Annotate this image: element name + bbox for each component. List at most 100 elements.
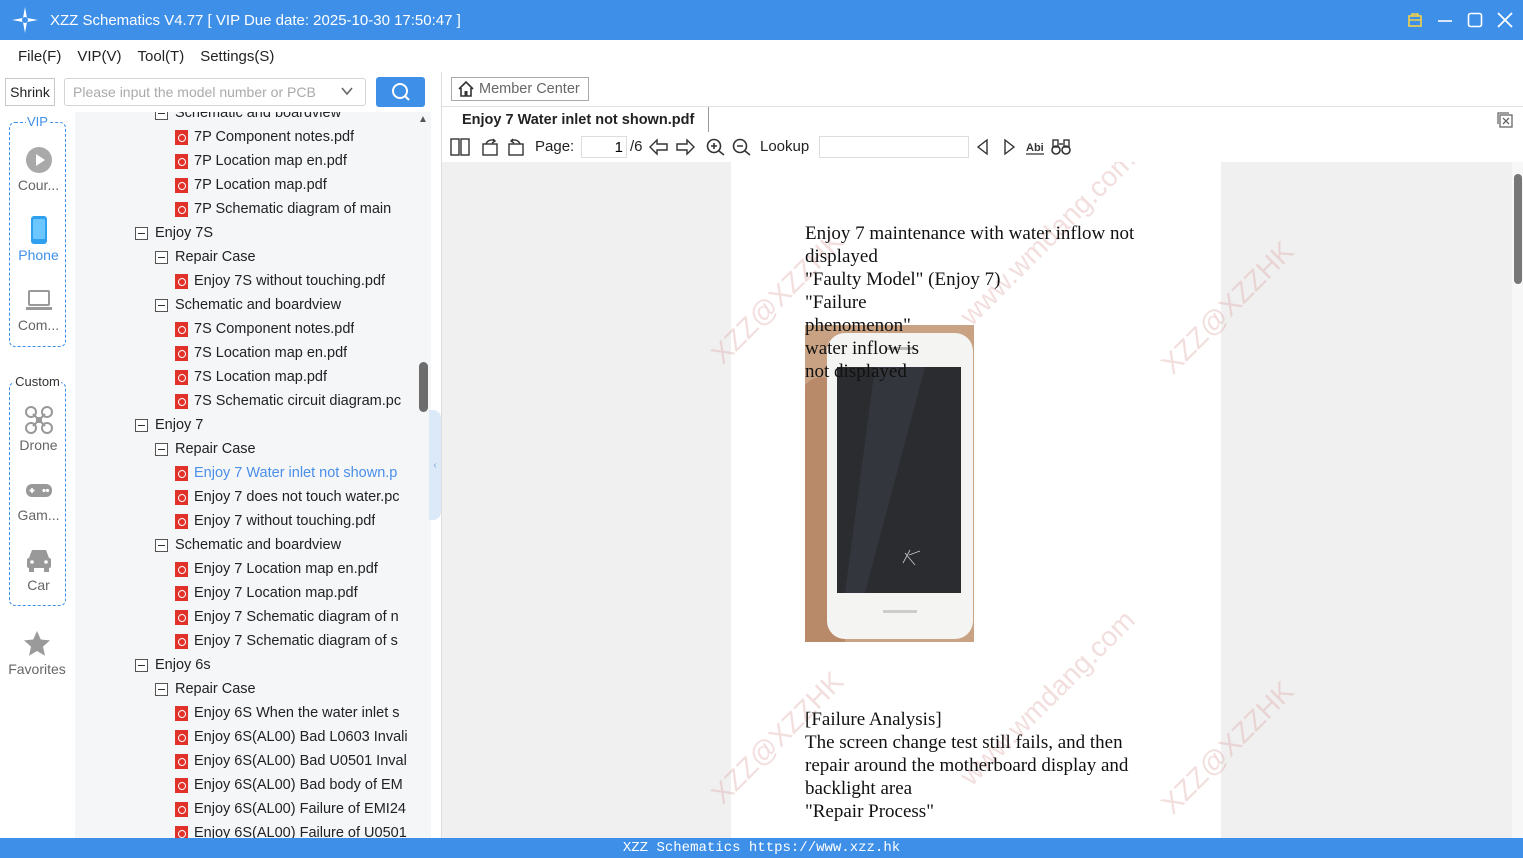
tree-file-item[interactable]: Enjoy 6S(AL00) Failure of U0501	[175, 821, 411, 838]
find-next-icon[interactable]	[999, 138, 1019, 156]
pdf-file-icon	[175, 609, 188, 625]
rotate-right-icon[interactable]	[506, 138, 526, 156]
tree-folder-item[interactable]: Schematic and boardview	[155, 112, 411, 125]
menu-vip[interactable]: VIP(V)	[77, 48, 121, 65]
tree-folder-item[interactable]: Repair Case	[155, 437, 411, 461]
tree-folder-item[interactable]: Enjoy 6s	[135, 653, 411, 677]
tree-file-item[interactable]: 7P Component notes.pdf	[175, 125, 411, 149]
tree-file-item[interactable]: Enjoy 7 Schematic diagram of s	[175, 629, 411, 653]
tree-file-item[interactable]: Enjoy 6S(AL00) Bad body of EM	[175, 773, 411, 797]
collapse-icon[interactable]	[155, 250, 168, 264]
menu-file[interactable]: File(F)	[18, 48, 61, 65]
collapse-icon[interactable]	[155, 442, 168, 456]
tree-file-item[interactable]: Enjoy 7 Schematic diagram of n	[175, 605, 411, 629]
maximize-icon[interactable]	[1467, 12, 1483, 28]
tab-document[interactable]: Enjoy 7 Water inlet not shown.pdf	[442, 107, 710, 133]
drone-icon	[24, 406, 53, 434]
tree-file-item[interactable]: Enjoy 7 without touching.pdf	[175, 509, 411, 533]
close-tabs-icon[interactable]	[1496, 111, 1514, 129]
collapse-icon[interactable]	[135, 418, 148, 432]
model-search-input[interactable]	[64, 78, 366, 106]
category-games[interactable]: Gam...	[10, 475, 67, 523]
tree-item-label: Enjoy 7 Location map en.pdf	[194, 561, 378, 577]
pdf-file-icon	[175, 825, 188, 838]
tree-folder-item[interactable]: Schematic and boardview	[155, 293, 411, 317]
scroll-up-icon[interactable]: ▲	[418, 114, 428, 125]
tree-item-label: Enjoy 7 Schematic diagram of n	[194, 609, 399, 625]
find-previous-icon[interactable]	[973, 138, 993, 156]
tree-item-label: 7P Component notes.pdf	[194, 129, 355, 145]
category-phone[interactable]: Phone	[10, 215, 67, 263]
tree-file-item[interactable]: 7P Location map en.pdf	[175, 149, 411, 173]
tree-scrollbar[interactable]	[419, 362, 428, 412]
lookup-input[interactable]	[819, 136, 969, 158]
close-icon[interactable]	[1497, 12, 1513, 28]
tree-item-label: Enjoy 6S(AL00) Bad L0603 Invali	[194, 729, 408, 745]
rotate-left-icon[interactable]	[480, 138, 500, 156]
tree-file-item[interactable]: 7P Schematic diagram of main	[175, 197, 411, 221]
tree-folder-item[interactable]: Repair Case	[155, 245, 411, 269]
find-binoculars-icon[interactable]	[1051, 138, 1071, 156]
tree-folder-item[interactable]: Repair Case	[155, 677, 411, 701]
tree-file-item[interactable]: Enjoy 7 Location map en.pdf	[175, 557, 411, 581]
category-courses[interactable]: Cour...	[10, 145, 67, 193]
tree-item-label: Enjoy 6S(AL00) Failure of U0501	[194, 825, 407, 838]
tree-folder-item[interactable]: Schematic and boardview	[155, 533, 411, 557]
minimize-icon[interactable]	[1437, 12, 1453, 28]
tree-file-item[interactable]: 7S Schematic circuit diagram.pc	[175, 389, 411, 413]
watermark: XZZ@XZZHK	[1155, 675, 1300, 820]
category-car[interactable]: Car	[10, 545, 67, 593]
tree-file-item[interactable]: Enjoy 7 does not touch water.pc	[175, 485, 411, 509]
tree-file-item[interactable]: Enjoy 6S(AL00) Failure of EMI24	[175, 797, 411, 821]
tree-item-label: Repair Case	[175, 441, 256, 457]
category-drone[interactable]: Drone	[10, 405, 67, 453]
zoom-out-icon[interactable]	[732, 138, 752, 156]
tree-file-item[interactable]: Enjoy 6S(AL00) Bad L0603 Invali	[175, 725, 411, 749]
category-favorites[interactable]: Favorites	[4, 629, 70, 677]
collapse-icon[interactable]	[155, 298, 168, 312]
pdf-file-icon	[175, 201, 188, 217]
play-icon	[25, 147, 52, 173]
search-button[interactable]	[376, 77, 425, 107]
category-computer[interactable]: Com...	[10, 285, 67, 333]
previous-page-icon[interactable]	[649, 138, 669, 156]
two-page-icon[interactable]	[450, 138, 470, 156]
zoom-in-icon[interactable]	[706, 138, 726, 156]
tree-file-item[interactable]: 7S Location map.pdf	[175, 365, 411, 389]
document-panel: Member Center Enjoy 7 Water inlet not sh…	[441, 72, 1523, 838]
collapse-icon[interactable]	[135, 226, 148, 240]
tree-file-item[interactable]: 7P Location map.pdf	[175, 173, 411, 197]
tree-file-item[interactable]: Enjoy 7 Location map.pdf	[175, 581, 411, 605]
chevron-down-icon[interactable]	[340, 84, 354, 98]
doc-line: repair around the motherboard display an…	[805, 755, 1129, 776]
tree-file-item[interactable]: Enjoy 7S without touching.pdf	[175, 269, 411, 293]
tree-file-item[interactable]: Enjoy 6S(AL00) Bad U0501 Inval	[175, 749, 411, 773]
tree-item-label: Schematic and boardview	[175, 297, 342, 313]
member-center-button[interactable]: Member Center	[451, 77, 589, 101]
tree-file-item[interactable]: Enjoy 6S When the water inlet s	[175, 701, 411, 725]
menu-tool[interactable]: Tool(T)	[138, 48, 185, 65]
collapse-panel-handle[interactable]: ‹	[429, 410, 441, 520]
next-page-icon[interactable]	[675, 138, 695, 156]
menu-settings[interactable]: Settings(S)	[200, 48, 274, 65]
tree-item-label: 7P Location map.pdf	[194, 177, 327, 193]
collapse-icon[interactable]	[155, 682, 168, 696]
tree-file-item[interactable]: Enjoy 7 Water inlet not shown.p	[175, 461, 411, 485]
phone-icon	[30, 216, 47, 244]
collapse-icon[interactable]	[155, 538, 168, 552]
tree-file-item[interactable]: 7S Component notes.pdf	[175, 317, 411, 341]
viewer-scrollbar[interactable]	[1512, 162, 1523, 838]
tree-file-item[interactable]: 7S Location map en.pdf	[175, 341, 411, 365]
match-case-icon[interactable]: Abi	[1025, 138, 1045, 156]
tree-item-label: Repair Case	[175, 681, 256, 697]
page-number-input[interactable]	[581, 136, 627, 158]
tree-folder-item[interactable]: Enjoy 7S	[135, 221, 411, 245]
vip-bag-icon[interactable]	[1407, 12, 1423, 28]
tree-folder-item[interactable]: Enjoy 7	[135, 413, 411, 437]
pdf-viewer[interactable]: XZZ@XZZHK www.wmdang.com XZZ@XZZHK XZZ@X…	[442, 162, 1523, 838]
shrink-button[interactable]: Shrink	[5, 78, 55, 106]
collapse-icon[interactable]	[135, 658, 148, 672]
collapse-icon[interactable]	[155, 112, 168, 120]
tree-item-label: Enjoy 6S(AL00) Bad U0501 Inval	[194, 753, 407, 769]
viewer-scrollbar-thumb[interactable]	[1514, 174, 1522, 284]
